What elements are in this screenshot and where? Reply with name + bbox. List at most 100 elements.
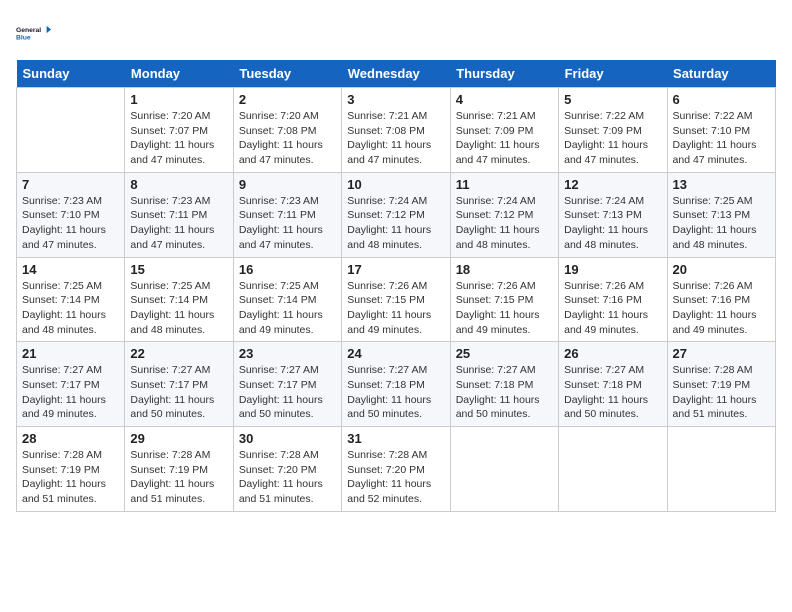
weekday-header-wednesday: Wednesday — [342, 60, 450, 88]
day-info: Sunrise: 7:24 AMSunset: 7:13 PMDaylight:… — [564, 194, 661, 253]
calendar-cell: 13 Sunrise: 7:25 AMSunset: 7:13 PMDayligh… — [667, 172, 775, 257]
day-number: 9 — [239, 177, 336, 192]
day-number: 28 — [22, 431, 119, 446]
calendar-cell: 29 Sunrise: 7:28 AMSunset: 7:19 PMDayligh… — [125, 427, 233, 512]
day-info: Sunrise: 7:27 AMSunset: 7:18 PMDaylight:… — [456, 363, 553, 422]
day-info: Sunrise: 7:26 AMSunset: 7:15 PMDaylight:… — [347, 279, 444, 338]
calendar-cell: 7 Sunrise: 7:23 AMSunset: 7:10 PMDaylight… — [17, 172, 125, 257]
calendar-cell: 2 Sunrise: 7:20 AMSunset: 7:08 PMDaylight… — [233, 88, 341, 173]
calendar-cell: 15 Sunrise: 7:25 AMSunset: 7:14 PMDayligh… — [125, 257, 233, 342]
calendar-cell: 9 Sunrise: 7:23 AMSunset: 7:11 PMDaylight… — [233, 172, 341, 257]
week-row-4: 21Sunrise: 7:27 AMSunset: 7:17 PMDayligh… — [17, 342, 776, 427]
day-number: 17 — [347, 262, 444, 277]
day-number: 27 — [673, 346, 770, 361]
day-number: 20 — [673, 262, 770, 277]
day-info: Sunrise: 7:21 AMSunset: 7:09 PMDaylight:… — [456, 109, 553, 168]
weekday-header-row: SundayMondayTuesdayWednesdayThursdayFrid… — [17, 60, 776, 88]
calendar-cell: 28 Sunrise: 7:28 AMSunset: 7:19 PMDayligh… — [17, 427, 125, 512]
day-number: 16 — [239, 262, 336, 277]
day-info: Sunrise: 7:25 AMSunset: 7:14 PMDaylight:… — [130, 279, 227, 338]
week-row-1: 1 Sunrise: 7:20 AMSunset: 7:07 PMDaylight… — [17, 88, 776, 173]
day-number: 30 — [239, 431, 336, 446]
day-info: Sunrise: 7:27 AMSunset: 7:18 PMDaylight:… — [347, 363, 444, 422]
calendar-cell: 18 Sunrise: 7:26 AMSunset: 7:15 PMDayligh… — [450, 257, 558, 342]
day-number: 5 — [564, 92, 661, 107]
calendar-cell: 10Sunrise: 7:24 AMSunset: 7:12 PMDayligh… — [342, 172, 450, 257]
day-number: 8 — [130, 177, 227, 192]
day-number: 3 — [347, 92, 444, 107]
day-info: Sunrise: 7:25 AMSunset: 7:14 PMDaylight:… — [22, 279, 119, 338]
day-info: Sunrise: 7:25 AMSunset: 7:13 PMDaylight:… — [673, 194, 770, 253]
day-info: Sunrise: 7:23 AMSunset: 7:11 PMDaylight:… — [239, 194, 336, 253]
day-info: Sunrise: 7:24 AMSunset: 7:12 PMDaylight:… — [347, 194, 444, 253]
weekday-header-friday: Friday — [559, 60, 667, 88]
calendar-cell: 31 Sunrise: 7:28 AMSunset: 7:20 PMDayligh… — [342, 427, 450, 512]
calendar-table: SundayMondayTuesdayWednesdayThursdayFrid… — [16, 60, 776, 512]
day-info: Sunrise: 7:28 AMSunset: 7:20 PMDaylight:… — [347, 448, 444, 507]
day-number: 26 — [564, 346, 661, 361]
calendar-cell: 23Sunrise: 7:27 AMSunset: 7:17 PMDayligh… — [233, 342, 341, 427]
day-number: 1 — [130, 92, 227, 107]
calendar-cell: 6 Sunrise: 7:22 AMSunset: 7:10 PMDaylight… — [667, 88, 775, 173]
weekday-header-monday: Monday — [125, 60, 233, 88]
svg-text:General: General — [16, 27, 41, 34]
day-info: Sunrise: 7:28 AMSunset: 7:19 PMDaylight:… — [130, 448, 227, 507]
weekday-header-sunday: Sunday — [17, 60, 125, 88]
calendar-cell — [17, 88, 125, 173]
calendar-cell — [450, 427, 558, 512]
week-row-5: 28 Sunrise: 7:28 AMSunset: 7:19 PMDayligh… — [17, 427, 776, 512]
day-info: Sunrise: 7:20 AMSunset: 7:08 PMDaylight:… — [239, 109, 336, 168]
logo: GeneralBlue — [16, 16, 52, 52]
weekday-header-thursday: Thursday — [450, 60, 558, 88]
calendar-cell — [559, 427, 667, 512]
svg-text:Blue: Blue — [16, 34, 31, 41]
calendar-cell: 8Sunrise: 7:23 AMSunset: 7:11 PMDaylight… — [125, 172, 233, 257]
day-info: Sunrise: 7:28 AMSunset: 7:19 PMDaylight:… — [22, 448, 119, 507]
calendar-body: 1 Sunrise: 7:20 AMSunset: 7:07 PMDaylight… — [17, 88, 776, 512]
day-info: Sunrise: 7:24 AMSunset: 7:12 PMDaylight:… — [456, 194, 553, 253]
day-number: 14 — [22, 262, 119, 277]
calendar-cell: 24Sunrise: 7:27 AMSunset: 7:18 PMDayligh… — [342, 342, 450, 427]
day-info: Sunrise: 7:27 AMSunset: 7:17 PMDaylight:… — [22, 363, 119, 422]
day-number: 31 — [347, 431, 444, 446]
calendar-cell: 3 Sunrise: 7:21 AMSunset: 7:08 PMDaylight… — [342, 88, 450, 173]
calendar-cell: 27 Sunrise: 7:28 AMSunset: 7:19 PMDayligh… — [667, 342, 775, 427]
calendar-cell — [667, 427, 775, 512]
week-row-3: 14 Sunrise: 7:25 AMSunset: 7:14 PMDayligh… — [17, 257, 776, 342]
day-info: Sunrise: 7:26 AMSunset: 7:16 PMDaylight:… — [564, 279, 661, 338]
day-number: 18 — [456, 262, 553, 277]
calendar-cell: 12 Sunrise: 7:24 AMSunset: 7:13 PMDayligh… — [559, 172, 667, 257]
calendar-cell: 4Sunrise: 7:21 AMSunset: 7:09 PMDaylight… — [450, 88, 558, 173]
calendar-cell: 16 Sunrise: 7:25 AMSunset: 7:14 PMDayligh… — [233, 257, 341, 342]
day-info: Sunrise: 7:23 AMSunset: 7:10 PMDaylight:… — [22, 194, 119, 253]
day-number: 12 — [564, 177, 661, 192]
calendar-cell: 14 Sunrise: 7:25 AMSunset: 7:14 PMDayligh… — [17, 257, 125, 342]
logo-icon: GeneralBlue — [16, 16, 52, 52]
calendar-cell: 5 Sunrise: 7:22 AMSunset: 7:09 PMDaylight… — [559, 88, 667, 173]
day-info: Sunrise: 7:22 AMSunset: 7:09 PMDaylight:… — [564, 109, 661, 168]
day-info: Sunrise: 7:21 AMSunset: 7:08 PMDaylight:… — [347, 109, 444, 168]
day-number: 2 — [239, 92, 336, 107]
calendar-cell: 11Sunrise: 7:24 AMSunset: 7:12 PMDayligh… — [450, 172, 558, 257]
day-info: Sunrise: 7:20 AMSunset: 7:07 PMDaylight:… — [130, 109, 227, 168]
day-info: Sunrise: 7:28 AMSunset: 7:19 PMDaylight:… — [673, 363, 770, 422]
calendar-cell: 30 Sunrise: 7:28 AMSunset: 7:20 PMDayligh… — [233, 427, 341, 512]
day-info: Sunrise: 7:27 AMSunset: 7:17 PMDaylight:… — [130, 363, 227, 422]
day-number: 29 — [130, 431, 227, 446]
day-info: Sunrise: 7:26 AMSunset: 7:16 PMDaylight:… — [673, 279, 770, 338]
day-info: Sunrise: 7:27 AMSunset: 7:18 PMDaylight:… — [564, 363, 661, 422]
calendar-cell: 1 Sunrise: 7:20 AMSunset: 7:07 PMDaylight… — [125, 88, 233, 173]
calendar-cell: 25Sunrise: 7:27 AMSunset: 7:18 PMDayligh… — [450, 342, 558, 427]
page-header: GeneralBlue — [16, 16, 776, 52]
day-number: 13 — [673, 177, 770, 192]
weekday-header-saturday: Saturday — [667, 60, 775, 88]
day-info: Sunrise: 7:22 AMSunset: 7:10 PMDaylight:… — [673, 109, 770, 168]
day-info: Sunrise: 7:28 AMSunset: 7:20 PMDaylight:… — [239, 448, 336, 507]
calendar-cell: 19Sunrise: 7:26 AMSunset: 7:16 PMDayligh… — [559, 257, 667, 342]
day-info: Sunrise: 7:25 AMSunset: 7:14 PMDaylight:… — [239, 279, 336, 338]
day-number: 6 — [673, 92, 770, 107]
day-info: Sunrise: 7:26 AMSunset: 7:15 PMDaylight:… — [456, 279, 553, 338]
day-info: Sunrise: 7:27 AMSunset: 7:17 PMDaylight:… — [239, 363, 336, 422]
day-number: 15 — [130, 262, 227, 277]
day-number: 7 — [22, 177, 119, 192]
